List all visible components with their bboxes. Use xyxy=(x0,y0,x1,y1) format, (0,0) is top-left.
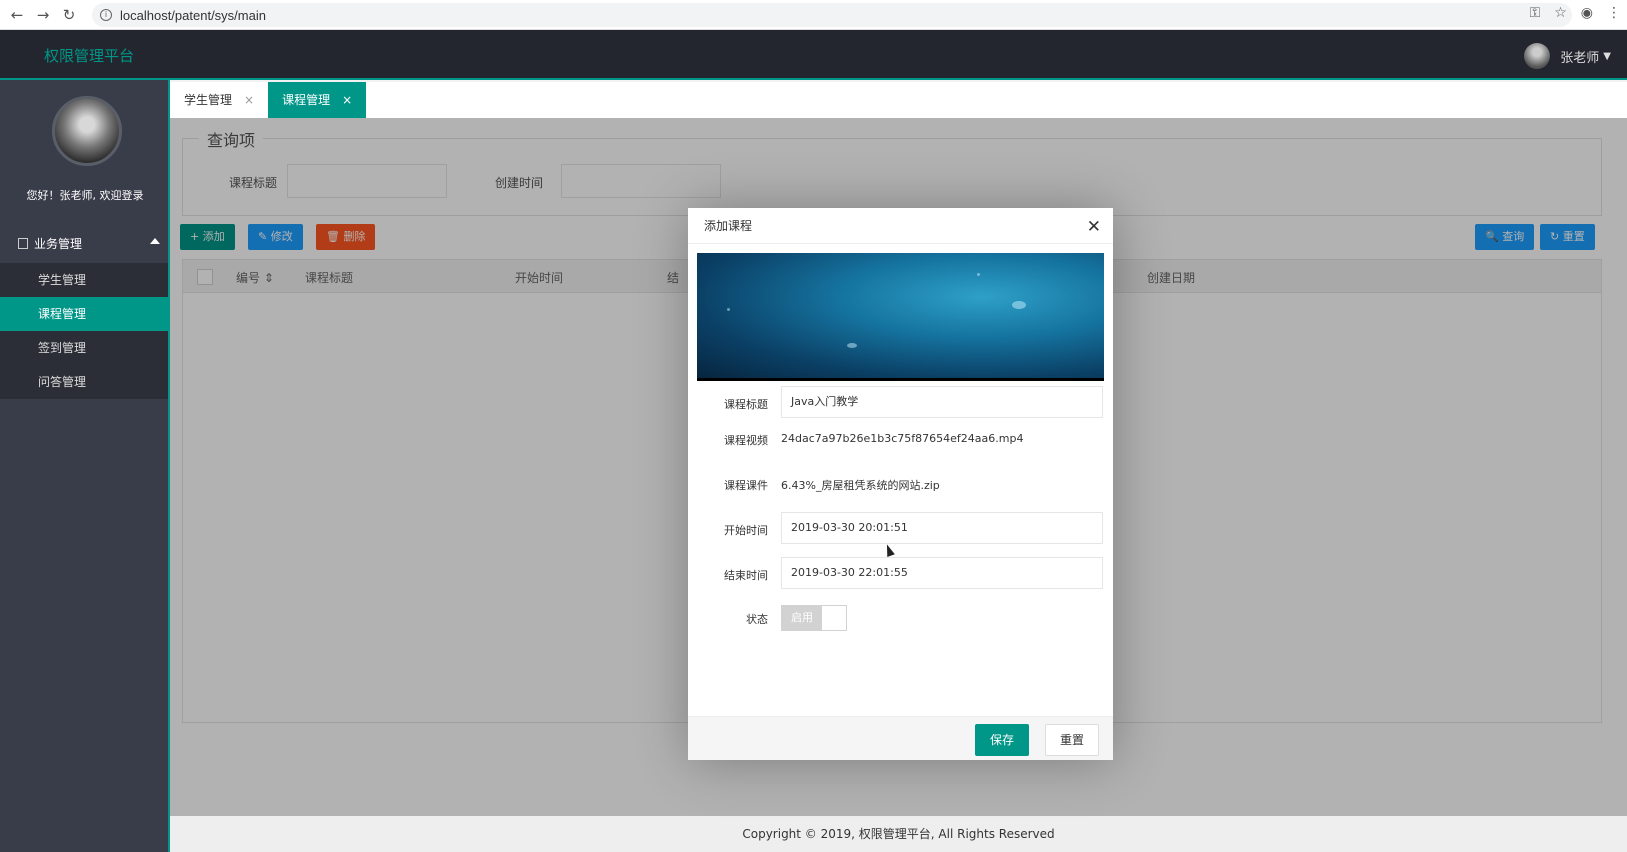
close-icon[interactable]: × xyxy=(342,82,352,118)
course-title-field[interactable]: Java入门教学 xyxy=(781,386,1103,418)
collapse-arrow-icon xyxy=(150,238,160,244)
close-icon[interactable]: × xyxy=(244,82,254,118)
dialog-footer: 保存 重置 xyxy=(688,716,1113,760)
particle xyxy=(727,308,730,311)
close-icon[interactable]: ✕ xyxy=(1087,217,1101,237)
tab-label: 学生管理 xyxy=(184,93,233,107)
welcome-text: 您好！张老师, 欢迎登录 xyxy=(26,189,144,202)
courseware-label: 课程课件 xyxy=(724,479,768,492)
video-preview[interactable] xyxy=(697,253,1104,381)
user-avatar xyxy=(1524,43,1551,69)
status-switch-text: 启用 xyxy=(782,606,822,630)
sidebar-item-courses[interactable]: 课程管理 xyxy=(0,297,168,331)
tab-bar: 学生管理 × 课程管理 × xyxy=(170,82,1627,118)
particle xyxy=(977,273,980,276)
sidebar-group-business[interactable]: 业务管理 xyxy=(0,226,170,260)
end-time-field[interactable]: 2019-03-30 22:01:55 xyxy=(781,557,1103,589)
url-text: localhost/patent/sys/main xyxy=(120,7,266,23)
dialog-title: 添加课程 xyxy=(688,208,1113,244)
save-button[interactable]: 保存 xyxy=(975,724,1030,756)
star-icon[interactable]: ☆ xyxy=(1554,5,1567,21)
status-label: 状态 xyxy=(746,613,768,626)
end-time-label: 结束时间 xyxy=(724,569,768,582)
user-name: 张老师 xyxy=(1560,50,1600,66)
sidebar-item-checkin[interactable]: 签到管理 xyxy=(0,331,168,365)
add-course-dialog: 添加课程 ✕ 课程标题 Java入门教学 课程视频 24dac7a97b26e1… xyxy=(688,208,1113,760)
menu-icon[interactable]: ⋮ xyxy=(1607,5,1621,21)
reset-form-button[interactable]: 重置 xyxy=(1045,724,1100,756)
info-icon[interactable]: i xyxy=(100,9,112,21)
address-bar[interactable]: i localhost/patent/sys/main xyxy=(92,3,1572,27)
document-icon xyxy=(18,237,28,249)
particle xyxy=(1012,301,1026,309)
back-icon[interactable]: ← xyxy=(8,6,26,24)
sidebar-submenu: 学生管理 课程管理 签到管理 问答管理 xyxy=(0,263,168,399)
brand-title[interactable]: 权限管理平台 xyxy=(44,45,134,66)
sidebar-item-qa[interactable]: 问答管理 xyxy=(0,365,168,399)
browser-toolbar: ← → ↻ i localhost/patent/sys/main ⚿ ☆ ◉ … xyxy=(0,0,1627,30)
user-menu[interactable]: 张老师 ▼ xyxy=(1524,43,1611,69)
sidebar: 您好！张老师, 欢迎登录 业务管理 学生管理 课程管理 签到管理 问答管理 xyxy=(0,80,170,852)
account-icon[interactable]: ◉ xyxy=(1581,5,1593,21)
status-switch[interactable]: 启用 xyxy=(781,605,847,631)
caret-down-icon: ▼ xyxy=(1603,50,1611,62)
footer: Copyright © 2019, 权限管理平台, All Rights Res… xyxy=(170,816,1627,852)
course-title-label: 课程标题 xyxy=(724,398,768,411)
key-icon[interactable]: ⚿ xyxy=(1530,5,1541,21)
course-video-file[interactable]: 24dac7a97b26e1b3c75f87654ef24aa6.mp4 xyxy=(781,432,1023,445)
start-time-field[interactable]: 2019-03-30 20:01:51 xyxy=(781,512,1103,544)
sidebar-group-label: 业务管理 xyxy=(34,236,83,251)
courseware-file[interactable]: 6.43%_房屋租凭系统的网站.zip xyxy=(781,477,940,493)
top-header: 权限管理平台 张老师 ▼ xyxy=(0,30,1627,80)
tab-courses[interactable]: 课程管理 × xyxy=(268,82,367,118)
start-time-label: 开始时间 xyxy=(724,524,768,537)
course-video-label: 课程视频 xyxy=(724,434,768,447)
sidebar-item-students[interactable]: 学生管理 xyxy=(0,263,168,297)
tab-label: 课程管理 xyxy=(282,93,331,107)
forward-icon[interactable]: → xyxy=(34,6,52,24)
profile-avatar xyxy=(52,96,122,166)
particle xyxy=(847,343,857,348)
tab-students[interactable]: 学生管理 × xyxy=(170,82,268,118)
reload-icon[interactable]: ↻ xyxy=(60,6,78,24)
